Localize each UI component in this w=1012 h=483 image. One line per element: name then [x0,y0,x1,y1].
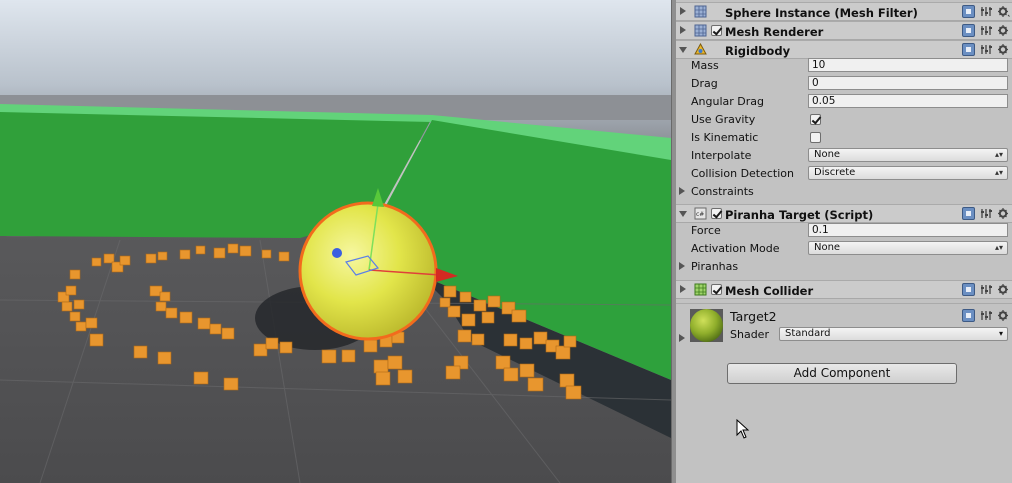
fold-arrow-icon[interactable] [680,7,686,15]
dropdown-arrow-icon: ▴▾ [994,150,1003,159]
component-header-mesh-collider[interactable]: Mesh Collider [676,280,1012,299]
angular-drag-row: Angular Drag 0.05 [676,93,1012,111]
collision-detection-label: Collision Detection [691,167,795,180]
component-header-piranha-target[interactable]: c# Piranha Target (Script) [676,204,1012,223]
angular-drag-label: Angular Drag [691,95,764,108]
add-component-button[interactable]: Add Component [727,363,957,384]
fold-arrow-icon[interactable] [679,334,685,342]
enabled-checkbox[interactable] [711,284,722,295]
piranhas-row[interactable]: Piranhas [676,258,1012,276]
fold-arrow-icon[interactable] [679,187,685,195]
help-icon[interactable] [962,309,975,322]
force-label: Force [691,224,721,237]
inspector-panel: Sphere Instance (Mesh Filter) Mesh Rende… [676,0,1012,483]
gear-icon[interactable] [997,5,1010,18]
z-axis-handle [332,248,342,258]
preset-icon[interactable] [980,283,993,296]
shader-label: Shader [730,328,769,341]
component-header-mesh-renderer[interactable]: Mesh Renderer [676,21,1012,40]
mesh-collider-icon [694,283,707,296]
mesh-renderer-icon [694,24,707,37]
use-gravity-label: Use Gravity [691,113,756,126]
material-name: Target2 [730,309,777,324]
angular-drag-field[interactable]: 0.05 [808,94,1008,108]
collision-detection-dropdown[interactable]: Discrete ▴▾ [808,166,1008,180]
piranhas-label[interactable]: Piranhas [691,260,738,273]
enabled-checkbox[interactable] [711,25,722,36]
scene-view[interactable] [0,0,671,483]
fold-arrow-icon[interactable] [679,262,685,270]
mouse-cursor-icon [736,419,750,439]
fold-arrow-icon[interactable] [679,211,687,217]
constraints-label[interactable]: Constraints [691,185,754,198]
help-icon[interactable] [962,5,975,18]
help-icon[interactable] [962,43,975,56]
is-kinematic-checkbox[interactable] [810,132,821,143]
component-title: Rigidbody [725,44,791,58]
drag-field[interactable]: 0 [808,76,1008,90]
interpolate-value: None [814,149,841,160]
dropdown-arrow-icon: ▴▾ [994,243,1003,252]
activation-mode-dropdown[interactable]: None ▴▾ [808,241,1008,255]
fold-arrow-icon[interactable] [680,285,686,293]
interpolate-row: Interpolate None ▴▾ [676,147,1012,165]
force-row: Force 0.1 [676,222,1012,240]
is-kinematic-row: Is Kinematic [676,129,1012,147]
mass-label: Mass [691,59,719,72]
component-title: Mesh Renderer [725,25,824,39]
collision-detection-value: Discrete [814,167,856,178]
svg-text:c#: c# [696,211,704,218]
preset-icon[interactable] [980,207,993,220]
component-title: Piranha Target (Script) [725,208,874,222]
constraints-row[interactable]: Constraints [676,183,1012,201]
shader-value: Standard [785,328,831,339]
material-preview-icon[interactable] [690,309,723,342]
component-title: Sphere Instance (Mesh Filter) [725,6,918,20]
fold-arrow-icon[interactable] [680,26,686,34]
material-section: Target2 Shader Standard ▾ [676,303,1012,348]
activation-mode-value: None [814,242,841,253]
mesh-filter-icon [694,5,707,18]
activation-mode-row: Activation Mode None ▴▾ [676,240,1012,258]
force-field[interactable]: 0.1 [808,223,1008,237]
preset-icon[interactable] [980,24,993,37]
interpolate-label: Interpolate [691,149,752,162]
gear-icon[interactable] [997,309,1010,322]
interpolate-dropdown[interactable]: None ▴▾ [808,148,1008,162]
is-kinematic-label: Is Kinematic [691,131,759,144]
gear-icon[interactable] [997,43,1010,56]
help-icon[interactable] [962,24,975,37]
help-icon[interactable] [962,207,975,220]
dropdown-arrow-icon: ▴▾ [994,168,1003,177]
gear-icon[interactable] [997,283,1010,296]
mass-field[interactable]: 10 [808,58,1008,72]
dropdown-arrow-icon: ▾ [998,329,1003,338]
shader-dropdown[interactable]: Standard ▾ [779,327,1008,341]
component-title: Mesh Collider [725,284,814,298]
component-header-mesh-filter[interactable]: Sphere Instance (Mesh Filter) [676,2,1012,21]
gear-icon[interactable] [997,24,1010,37]
use-gravity-row: Use Gravity [676,111,1012,129]
gear-icon[interactable] [997,207,1010,220]
script-icon: c# [694,207,707,220]
use-gravity-checkbox[interactable] [810,114,821,125]
drag-label: Drag [691,77,718,90]
drag-row: Drag 0 [676,75,1012,93]
enabled-checkbox[interactable] [711,208,722,219]
activation-mode-label: Activation Mode [691,242,780,255]
preset-icon[interactable] [980,5,993,18]
fold-arrow-icon[interactable] [679,47,687,53]
preset-icon[interactable] [980,309,993,322]
mass-row: Mass 10 [676,57,1012,75]
help-icon[interactable] [962,283,975,296]
preset-icon[interactable] [980,43,993,56]
collision-detection-row: Collision Detection Discrete ▴▾ [676,165,1012,183]
rigidbody-icon [694,43,707,55]
